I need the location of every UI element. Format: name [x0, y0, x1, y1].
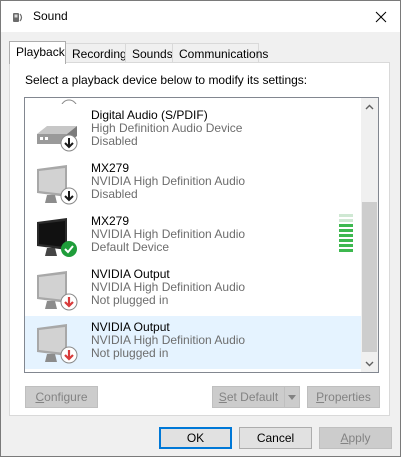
playback-panel: Select a playback device below to modify… [9, 62, 390, 416]
device-name: MX279 [91, 161, 130, 175]
device-description: NVIDIA High Definition Audio [91, 280, 246, 294]
set-default-button[interactable]: Set Default [212, 386, 285, 408]
cancel-button[interactable]: Cancel [239, 427, 312, 449]
device-name: NVIDIA Output [91, 267, 170, 281]
chevron-down-icon [365, 361, 374, 366]
tab-recording[interactable]: Recording [65, 43, 127, 63]
window-title: Sound [33, 9, 68, 23]
device-description: NVIDIA High Definition Audio [91, 333, 246, 347]
sound-dialog: Sound Playback Recording Sounds Communic… [0, 0, 401, 457]
close-icon [375, 11, 387, 23]
instruction-text: Select a playback device below to modify… [25, 73, 308, 87]
device-list-viewport: Digital Audio (S/PDIF) High Definition A… [25, 98, 362, 372]
device-status: Disabled [91, 134, 138, 148]
scroll-down-button[interactable] [361, 355, 378, 372]
volume-level-meter [339, 214, 353, 256]
chevron-down-icon [288, 394, 296, 400]
device-description: High Definition Audio Device [91, 121, 243, 135]
tab-playback[interactable]: Playback [9, 41, 66, 64]
monitor-icon [37, 218, 77, 257]
device-status: Disabled [91, 187, 138, 201]
apply-button[interactable]: Apply [319, 427, 392, 449]
set-default-mnemonic: S [218, 390, 227, 404]
monitor-icon [37, 165, 78, 205]
title-bar: Sound [1, 1, 400, 32]
device-mx279-disabled[interactable]: MX279 NVIDIA High Definition Audio Disab… [25, 157, 362, 210]
speaker-icon [13, 13, 23, 22]
device-status: Not plugged in [91, 346, 169, 360]
vertical-scrollbar[interactable] [361, 98, 378, 372]
chevron-up-icon [365, 104, 374, 109]
properties-mnemonic: P [316, 390, 325, 404]
tab-communications[interactable]: Communications [172, 43, 268, 63]
device-mx279-default[interactable]: MX279 NVIDIA High Definition Audio Defau… [25, 210, 362, 263]
configure-button[interactable]: Configure [25, 386, 98, 408]
device-list[interactable]: Digital Audio (S/PDIF) High Definition A… [24, 97, 379, 373]
ok-button[interactable]: OK [159, 427, 232, 449]
receiver-icon [37, 126, 78, 152]
configure-mnemonic: C [35, 390, 45, 404]
configure-label: onfigure [44, 390, 88, 404]
tab-sounds[interactable]: Sounds [125, 43, 173, 63]
device-name: NVIDIA Output [91, 320, 170, 334]
properties-label: roperties [324, 390, 371, 404]
device-nvidia-output-1[interactable]: NVIDIA Output NVIDIA High Definition Aud… [25, 263, 362, 316]
scroll-up-button[interactable] [361, 98, 378, 115]
apply-label: pply [348, 431, 371, 445]
apply-mnemonic: A [340, 431, 349, 445]
device-name: MX279 [91, 214, 130, 228]
set-default-label: et Default [226, 390, 279, 404]
device-description: NVIDIA High Definition Audio [91, 227, 246, 241]
set-default-dropdown-button[interactable] [284, 386, 300, 408]
scroll-thumb[interactable] [362, 202, 377, 352]
monitor-icon [37, 324, 78, 364]
device-nvidia-output-2[interactable]: NVIDIA Output NVIDIA High Definition Aud… [25, 316, 362, 369]
close-button[interactable] [370, 6, 392, 28]
device-status: Default Device [91, 240, 170, 254]
device-status: Not plugged in [91, 293, 169, 307]
device-name: Digital Audio (S/PDIF) [91, 108, 208, 122]
properties-button[interactable]: Properties [307, 386, 380, 408]
device-description: NVIDIA High Definition Audio [91, 174, 246, 188]
device-digital-audio[interactable]: Digital Audio (S/PDIF) High Definition A… [25, 104, 362, 157]
monitor-icon [37, 271, 78, 311]
